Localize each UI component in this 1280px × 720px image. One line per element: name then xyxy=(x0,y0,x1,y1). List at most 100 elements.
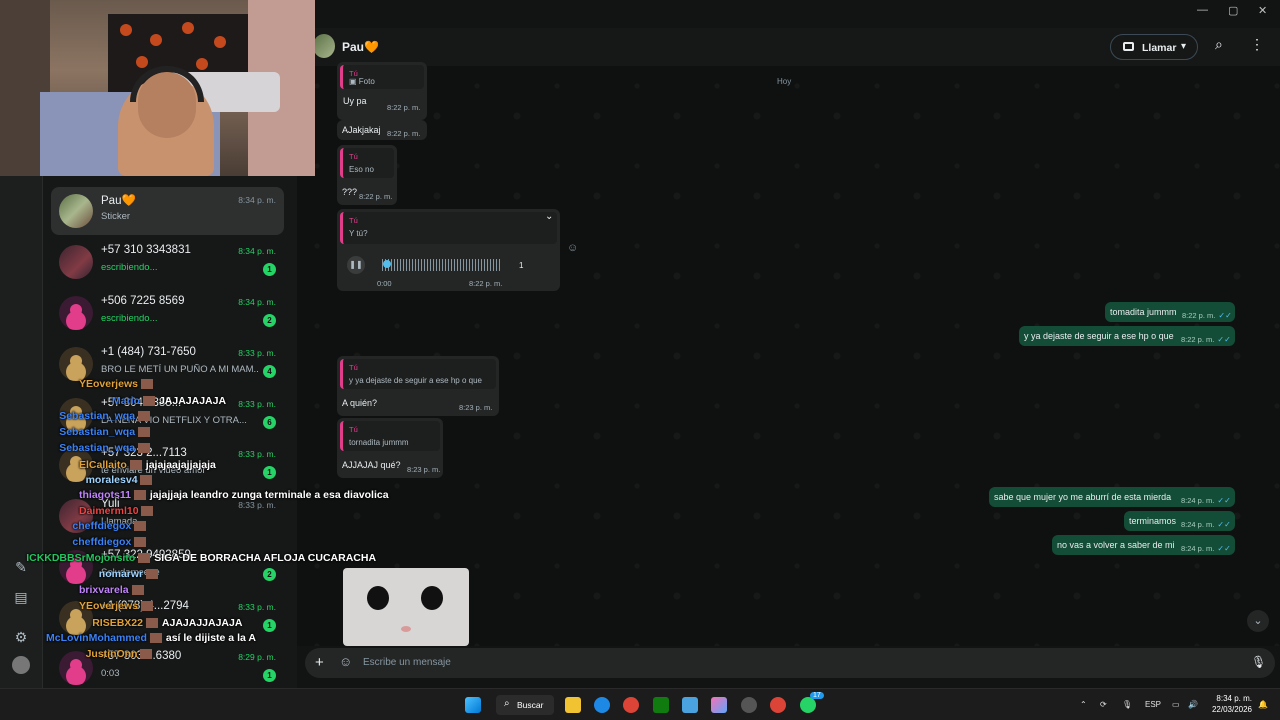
time-value: 8:24 p. m. xyxy=(1181,520,1215,529)
avatar xyxy=(59,601,93,635)
clock-date[interactable]: 22/03/2026 xyxy=(1207,705,1252,714)
playback-speed[interactable]: 1 xyxy=(519,261,523,270)
chrome-icon[interactable] xyxy=(770,697,786,713)
unread-badge: 2 xyxy=(263,568,276,581)
start-icon[interactable] xyxy=(465,697,481,713)
minimize-button[interactable]: — xyxy=(1197,4,1208,16)
chat-preview: 0:03 xyxy=(101,668,120,679)
message-bubble[interactable]: Tú y ya dejaste de seguir a ese hp o que… xyxy=(337,356,499,416)
search-icon[interactable]: ⌕ xyxy=(1215,36,1223,53)
pause-button[interactable]: ❚❚ xyxy=(347,256,365,274)
app-icon[interactable] xyxy=(741,697,757,713)
chat-list-item[interactable]: +1 (484) 731-7650 8:33 p. m. BRO LE METÍ U… xyxy=(51,340,284,388)
sticker-icon[interactable]: ☺ xyxy=(339,654,352,669)
notification-icon[interactable]: 🔔 xyxy=(1258,700,1268,709)
edge-icon[interactable] xyxy=(594,697,610,713)
chevron-up-icon[interactable]: ⌃ xyxy=(1080,700,1087,709)
profile-avatar[interactable] xyxy=(12,656,30,674)
contact-avatar[interactable] xyxy=(313,34,335,58)
copilot-icon[interactable] xyxy=(711,697,727,713)
message-bubble[interactable]: tomadita jummm 8:22 p. m. ✓✓ xyxy=(1105,302,1235,322)
whatsapp-icon[interactable] xyxy=(800,697,816,713)
avatar xyxy=(59,398,93,432)
quoted-message[interactable]: Tú ▣ Foto xyxy=(340,65,424,89)
quoted-message[interactable]: Tú Eso no xyxy=(340,148,394,178)
scroll-down-button[interactable]: ⌄ xyxy=(1247,610,1269,632)
plus-icon[interactable]: + xyxy=(315,654,324,671)
avatar xyxy=(59,448,93,482)
message-bubble[interactable]: sabe que mujer yo me aburrí de esta mier… xyxy=(989,487,1235,507)
webcam-decor xyxy=(150,34,162,46)
chat-list-item[interactable]: +1 (978) 4...2794 8:33 p. m. 1 xyxy=(51,594,284,642)
message-bubble[interactable]: Tú ▣ Foto Uy pa 8:22 p. m. xyxy=(337,62,427,120)
message-composer[interactable]: + ☺ Escribe un mensaje 🎙 xyxy=(305,648,1275,678)
quote-text-value: Foto xyxy=(358,77,375,86)
status-icon[interactable]: ✎ xyxy=(12,558,30,576)
chat-list-item[interactable]: Pau🧡 8:34 p. m. Sticker xyxy=(51,187,284,235)
message-bubble[interactable]: AJakjakaj 8:22 p. m. xyxy=(337,120,427,140)
microphone-icon[interactable]: 🎙 xyxy=(1122,700,1132,709)
audio-waveform[interactable] xyxy=(382,259,500,271)
microphone-icon[interactable]: 🎙 xyxy=(1251,655,1266,669)
message-input[interactable]: Escribe un mensaje xyxy=(363,657,451,668)
quote-text: Eso no xyxy=(349,165,374,174)
chat-list-item[interactable]: +57 323 2...7113 8:33 p. m. te enviare un … xyxy=(51,441,284,489)
chat-list-item[interactable]: Yuli 8:33 p. m. Llamada xyxy=(51,492,284,540)
xbox-icon[interactable] xyxy=(653,697,669,713)
message-bubble[interactable]: Tú tornadita jummm AJJAJAJ qué? 8:23 p. … xyxy=(337,418,443,478)
volume-icon[interactable]: 🔊 xyxy=(1188,700,1198,709)
sticker-eye xyxy=(367,586,389,610)
message-bubble[interactable]: Tú Eso no ??? 8:22 p. m. xyxy=(337,145,397,205)
whatsapp-badge: 17 xyxy=(810,692,824,699)
clock-time[interactable]: 8:34 p. m. xyxy=(1210,694,1252,703)
message-text: Uy pa xyxy=(343,96,367,106)
close-button[interactable]: ✕ xyxy=(1258,4,1267,17)
emoji-react-icon[interactable]: ☺ xyxy=(567,242,578,254)
chevron-down-icon[interactable]: ⌄ xyxy=(545,211,553,222)
search-box[interactable]: ⌕ Buscar xyxy=(496,695,554,715)
quoted-message[interactable]: Tú Y tú? xyxy=(340,212,557,244)
quote-text: y ya dejaste de seguir a ese hp o que xyxy=(349,376,482,385)
chrome-icon[interactable] xyxy=(623,697,639,713)
photos-icon[interactable] xyxy=(682,697,698,713)
unread-badge: 1 xyxy=(263,263,276,276)
read-ticks-icon: ✓✓ xyxy=(1217,544,1231,553)
language-indicator[interactable]: ESP xyxy=(1145,700,1161,709)
menu-icon[interactable]: ⋮ xyxy=(1250,36,1264,53)
chat-list-item[interactable]: +57 322 9492859 Saludameeee 2 xyxy=(51,543,284,591)
message-bubble[interactable]: terminamos 8:24 p. m. ✓✓ xyxy=(1124,511,1235,531)
file-explorer-icon[interactable] xyxy=(565,697,581,713)
unread-badge: 4 xyxy=(263,365,276,378)
audio-scrubber[interactable] xyxy=(383,260,391,268)
media-icon[interactable]: ▤ xyxy=(12,588,30,606)
chat-time: 8:33 p. m. xyxy=(238,449,276,459)
chat-list-item[interactable]: +506 7225 8569 8:34 p. m. escribiendo... 2 xyxy=(51,289,284,337)
chat-preview: Sticker xyxy=(101,211,131,222)
read-ticks-icon: ✓✓ xyxy=(1217,335,1231,344)
maximize-button[interactable]: ▢ xyxy=(1228,4,1238,17)
chat-preview: LA NENA VIO NETFLIX Y OTRA... xyxy=(101,415,247,426)
message-time: 8:22 p. m. ✓✓ xyxy=(1182,311,1232,320)
message-bubble[interactable]: no vas a volver a saber de mi 8:24 p. m.… xyxy=(1052,535,1235,555)
network-icon[interactable]: ▭ xyxy=(1172,700,1180,709)
chat-list-item[interactable]: +57 304 3385... 8:33 p. m. LA NENA VIO NET… xyxy=(51,391,284,439)
chat-list-item[interactable]: +57 303 ...6380 8:29 p. m. 0:03 1 xyxy=(51,644,284,692)
message-text: y ya dejaste de seguir a ese hp o que xyxy=(1024,331,1174,341)
sync-icon[interactable]: ⟳ xyxy=(1100,700,1107,709)
search-label: Buscar xyxy=(517,700,544,710)
quote-text: ▣ Foto xyxy=(349,77,375,86)
audio-message[interactable]: Tú Y tú? ⌄ ❚❚ 1 0:00 8:22 p. m. xyxy=(337,209,560,291)
chat-list-item[interactable]: +57 310 3343831 8:34 p. m. escribiendo... 1 xyxy=(51,238,284,286)
message-bubble[interactable]: y ya dejaste de seguir a ese hp o que 8:… xyxy=(1019,326,1235,346)
call-label: Llamar xyxy=(1142,42,1177,54)
sticker-image[interactable] xyxy=(343,568,469,646)
quoted-message[interactable]: Tú tornadita jummm xyxy=(340,421,440,451)
chat-name: +506 7225 8569 xyxy=(101,295,185,307)
call-button[interactable]: Llamar ▾ xyxy=(1110,34,1198,60)
gear-icon[interactable]: ⚙ xyxy=(12,628,30,646)
chat-name: +1 (484) 731-7650 xyxy=(101,346,196,358)
sticker-nose xyxy=(401,626,411,632)
contact-name[interactable]: Pau🧡 xyxy=(342,40,379,54)
quoted-message[interactable]: Tú y ya dejaste de seguir a ese hp o que xyxy=(340,359,496,389)
message-text: no vas a volver a saber de mi xyxy=(1057,540,1175,550)
